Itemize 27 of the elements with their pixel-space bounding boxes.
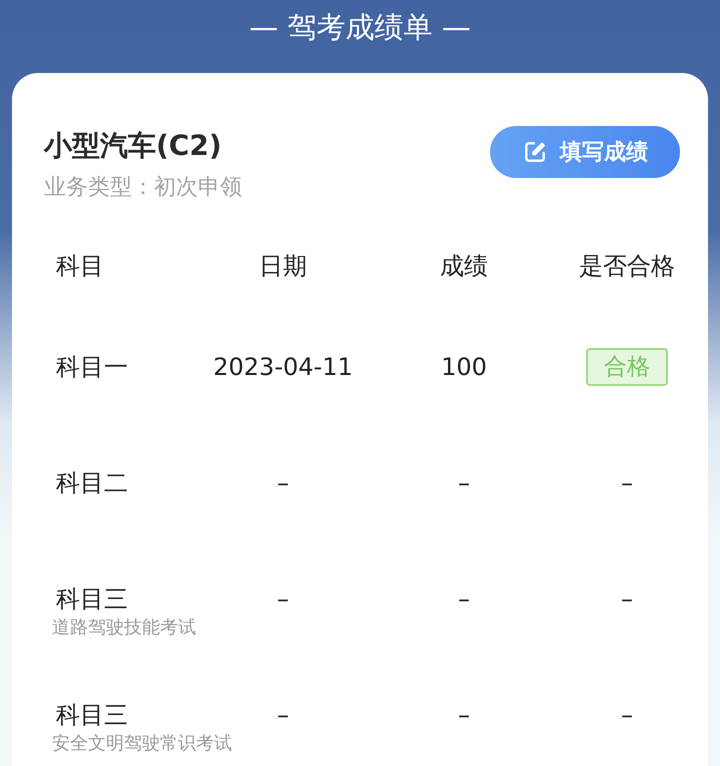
date-text: – (277, 584, 289, 615)
date-text: – (277, 700, 289, 731)
page-title: — 驾考成绩单 — (249, 9, 471, 46)
score-text: – (458, 468, 470, 499)
subject-note: 道路驾驶技能考试 (52, 616, 196, 640)
subject-label: 科目三 (56, 700, 128, 731)
fill-score-button[interactable]: 填写成绩 (490, 126, 680, 178)
score-text: – (458, 700, 470, 731)
score-text: – (458, 584, 470, 615)
column-header: 日期 (259, 252, 307, 280)
column-header: 成绩 (440, 252, 488, 280)
result-text: – (621, 584, 633, 615)
date-text: – (277, 468, 289, 499)
subject-label: 科目一 (56, 352, 128, 383)
pass-badge: 合格 (586, 348, 668, 386)
column-header: 是否合格 (579, 252, 675, 280)
edit-icon (522, 139, 548, 165)
score-text: 100 (441, 352, 487, 383)
license-title: 小型汽车(C2) (44, 128, 223, 164)
result-text: – (621, 700, 633, 731)
subject-label: 科目三 (56, 584, 128, 615)
subject-label: 科目二 (56, 468, 128, 499)
business-type: 业务类型：初次申领 (44, 174, 242, 202)
subject-note: 安全文明驾驶常识考试 (52, 732, 232, 756)
column-header: 科目 (56, 252, 104, 280)
result-text: – (621, 468, 633, 499)
date-text: 2023-04-11 (213, 352, 353, 383)
